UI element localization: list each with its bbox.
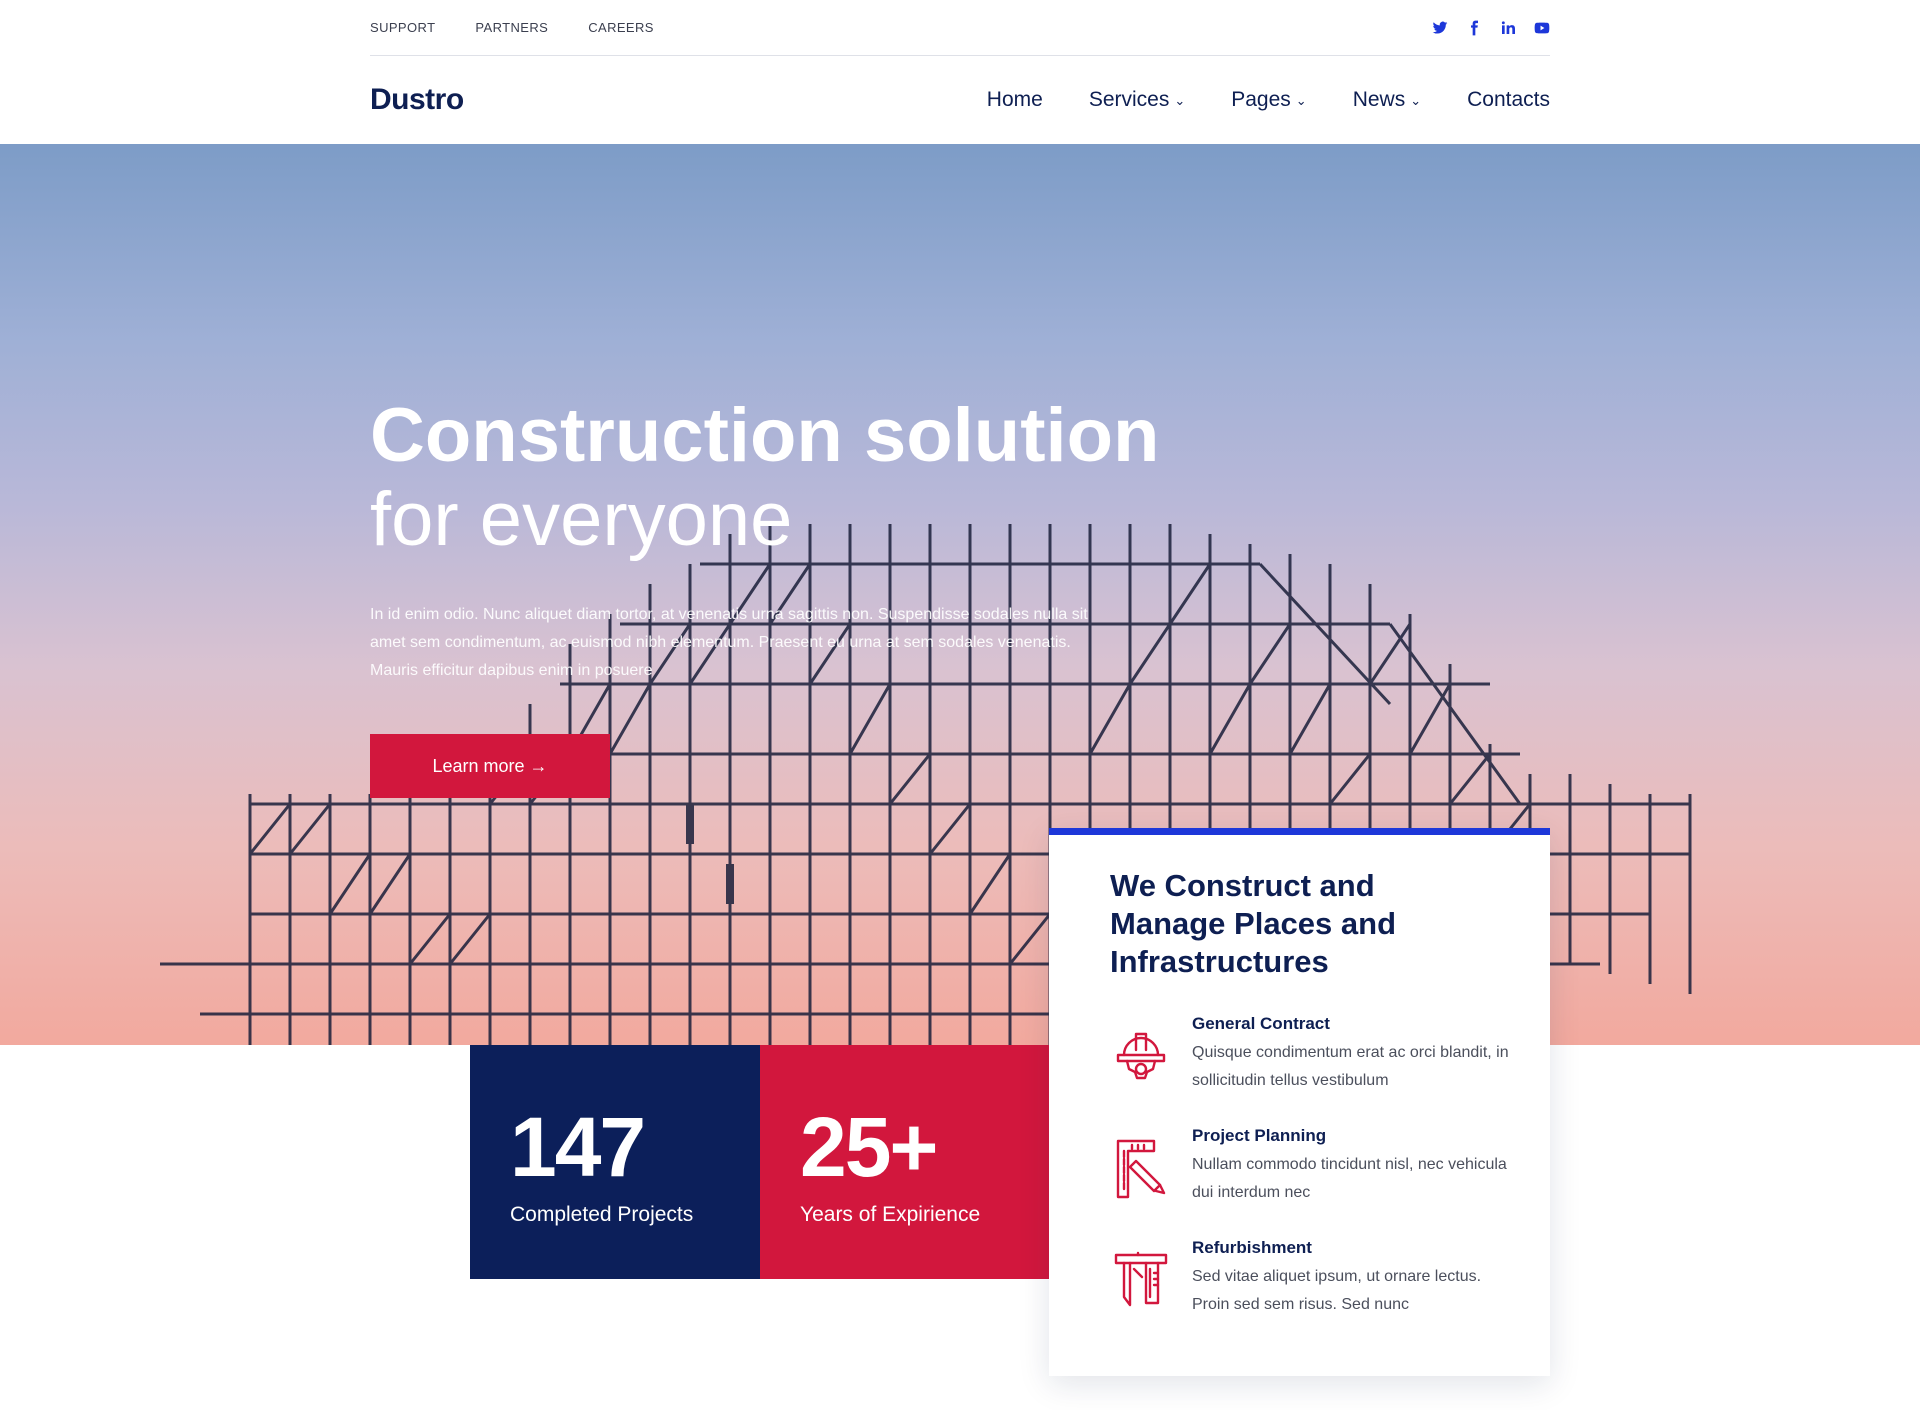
social-links [1432,20,1550,36]
chevron-down-icon: ⌄ [1174,93,1186,108]
stat-label: Years of Expirience [800,1203,981,1226]
nav-contacts[interactable]: Contacts [1467,88,1550,112]
chevron-down-icon: ⌄ [1410,93,1422,108]
stat-label: Completed Projects [510,1203,694,1226]
chevron-down-icon: ⌄ [1295,93,1307,108]
service-text: Project Planning Nullam commodo tincidun… [1192,1125,1512,1207]
service-item[interactable]: General Contract Quisque condimentum era… [1110,1013,1509,1095]
nav-news-label: News [1352,88,1406,111]
hero-title: Construction solution for everyone [370,394,1159,562]
nav-contacts-label: Contacts [1467,88,1550,111]
scaffolding-image [160,524,1692,1045]
service-description: Quisque condimentum erat ac orci blandit… [1192,1044,1509,1089]
service-item[interactable]: Project Planning Nullam commodo tincidun… [1110,1125,1507,1207]
youtube-icon[interactable] [1534,20,1550,36]
service-description: Sed vitae aliquet ipsum, ut ornare lectu… [1192,1268,1482,1313]
service-name: Refurbishment [1192,1238,1312,1257]
linkedin-icon[interactable] [1500,20,1516,36]
nav-home-label: Home [986,88,1043,111]
nav-home[interactable]: Home [987,88,1043,112]
stat-completed-projects: 147 Completed Projects [470,1045,760,1279]
top-link-partners[interactable]: PARTNERS [475,20,548,35]
hero-title-line2: for everyone [370,477,793,562]
stat-years-experience: 25+ Years of Expirience [760,1045,1050,1279]
logo[interactable]: Dustro [370,83,464,117]
facebook-icon[interactable] [1466,20,1482,36]
service-name: Project Planning [1192,1126,1327,1145]
ruler-pencil-icon [1110,1125,1172,1199]
service-item[interactable]: Refurbishment Sed vitae aliquet ipsum, u… [1110,1237,1490,1319]
nav-pages[interactable]: Pages ⌄ [1231,88,1306,112]
services-card: We Construct and Manage Places and Infra… [1049,828,1550,1376]
service-name: General Contract [1192,1014,1330,1033]
top-link-support[interactable]: SUPPORT [370,20,435,35]
top-bar: SUPPORT PARTNERS CAREERS [370,0,1550,56]
service-text: Refurbishment Sed vitae aliquet ipsum, u… [1192,1237,1512,1319]
service-text: General Contract Quisque condimentum era… [1192,1013,1512,1095]
caliper-icon [1110,1237,1172,1311]
hardhat-gear-icon [1110,1013,1172,1087]
hero-title-line1: Construction solution [370,393,1160,478]
main-navbar: Dustro Home Services ⌄ Pages ⌄ News ⌄ Conta… [370,56,1550,144]
nav-pages-label: Pages [1231,88,1291,111]
hero-section: Construction solution for everyone In id… [0,144,1920,1045]
learn-more-button[interactable]: Learn more → [370,734,610,798]
hero-description: In id enim odio. Nunc aliquet diam torto… [370,606,1088,679]
main-nav: Home Services ⌄ Pages ⌄ News ⌄ Contacts [987,88,1550,112]
top-link-careers[interactable]: CAREERS [588,20,654,35]
card-title: We Construct and Manage Places and Infra… [1110,868,1397,979]
service-description: Nullam commodo tincidunt nisl, nec vehic… [1192,1156,1507,1201]
nav-news[interactable]: News ⌄ [1353,88,1421,112]
top-links: SUPPORT PARTNERS CAREERS [370,20,654,35]
nav-services-label: Services [1088,88,1170,111]
stat-value: 25+ [800,1100,939,1194]
twitter-icon[interactable] [1432,20,1448,36]
nav-services[interactable]: Services ⌄ [1089,88,1185,112]
stat-value: 147 [510,1100,646,1194]
